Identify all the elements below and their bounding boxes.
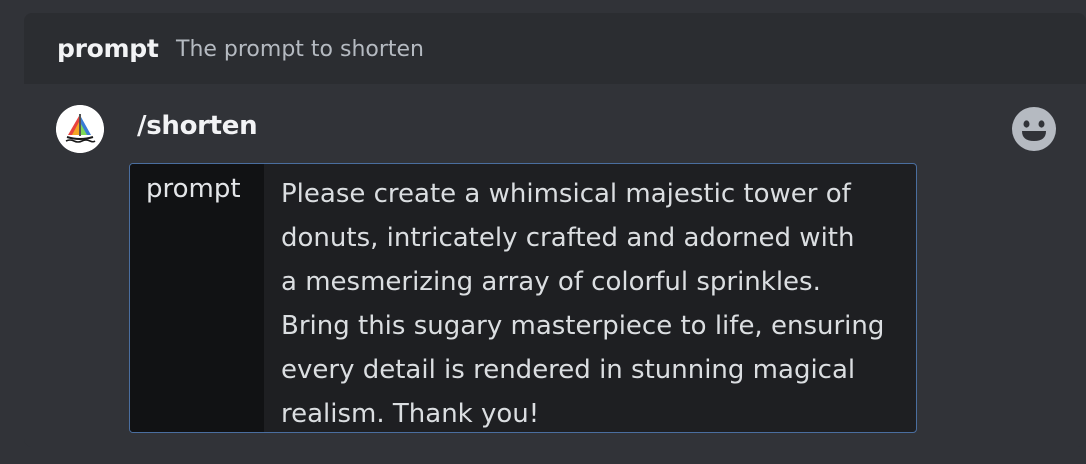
bot-avatar[interactable] [56,105,104,153]
smiley-face-icon [1012,107,1056,151]
input-label-cell: prompt [130,164,264,432]
option-input[interactable]: prompt Please create a whimsical majesti… [129,163,917,433]
command-name: /shorten [137,111,258,141]
option-name: prompt [57,34,159,63]
midjourney-boat-icon [56,105,104,153]
input-label: prompt [146,174,241,204]
option-description: The prompt to shorten [176,37,425,62]
emoji-button[interactable] [1011,106,1057,152]
prompt-text[interactable]: Please create a whimsical majestic tower… [281,172,911,432]
command-card: prompt The prompt to shorten /shorten pr… [24,13,1086,447]
option-header: prompt The prompt to shorten [24,13,1086,84]
